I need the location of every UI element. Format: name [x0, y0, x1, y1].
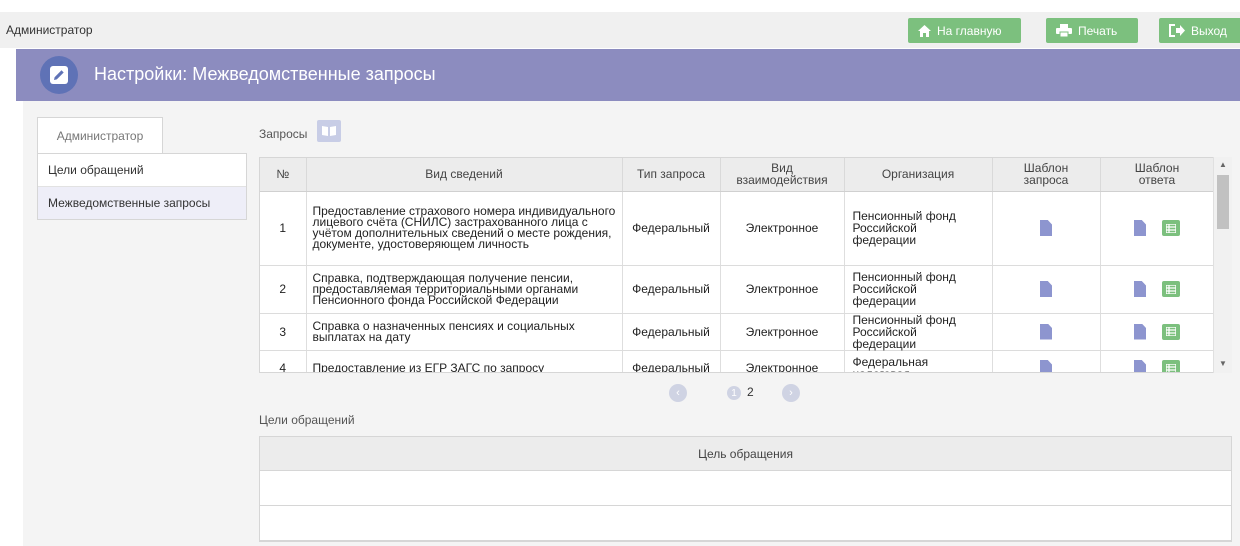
goals-section-title: Цели обращений: [259, 413, 355, 427]
requests-table: № Вид сведений Тип запроса Вид взаимодей…: [259, 157, 1232, 373]
row-type: Федеральный: [622, 313, 721, 351]
exit-button[interactable]: Выход: [1159, 18, 1240, 43]
document-icon[interactable]: [1040, 323, 1052, 340]
prev-page-button[interactable]: ‹: [669, 384, 687, 402]
print-button[interactable]: Печать: [1046, 18, 1138, 43]
sidebar-menu: Цели обращений Межведомственные запросы: [37, 153, 247, 220]
table-icon[interactable]: [1162, 281, 1180, 297]
column-header-goal[interactable]: Цель обращения: [260, 437, 1231, 471]
row-info: Справка, подтверждающая получение пенсии…: [306, 265, 623, 314]
table-row[interactable]: 2 Справка, подтверждающая получение пенс…: [260, 265, 1215, 314]
response-template-cell: [1100, 350, 1215, 372]
table-icon[interactable]: [1162, 360, 1180, 372]
response-template-cell: [1100, 265, 1215, 314]
page-header: Настройки: Межведомственные запросы: [16, 49, 1240, 101]
row-organization: Пенсионный фонд Российской федерации: [844, 191, 993, 266]
row-number: 4: [260, 350, 307, 372]
request-template-cell: [992, 313, 1101, 351]
row-type: Федеральный: [622, 265, 721, 314]
sign-out-icon: [1169, 24, 1185, 37]
document-icon[interactable]: [1134, 220, 1146, 236]
column-header-number[interactable]: №: [260, 158, 307, 192]
row-interaction: Электронное: [720, 265, 845, 314]
response-template-cell: [1100, 191, 1215, 266]
print-button-label: Печать: [1078, 23, 1118, 38]
page-title: Настройки: Межведомственные запросы: [94, 64, 436, 84]
document-icon[interactable]: [1134, 323, 1146, 340]
home-icon: [918, 24, 931, 37]
home-button-label: На главную: [937, 23, 1002, 38]
row-type: Федеральный: [622, 191, 721, 266]
table-header-row: № Вид сведений Тип запроса Вид взаимодей…: [260, 158, 1215, 192]
row-number: 1: [260, 191, 307, 266]
request-template-cell: [992, 265, 1101, 314]
document-icon[interactable]: [1134, 360, 1146, 372]
column-header-request-template[interactable]: Шаблон запроса: [992, 158, 1101, 192]
column-header-response-template[interactable]: Шаблон ответа: [1100, 158, 1215, 192]
document-icon[interactable]: [1040, 360, 1052, 372]
column-header-organization[interactable]: Организация: [844, 158, 993, 192]
requests-section-title: Запросы: [259, 127, 308, 141]
row-number: 3: [260, 313, 307, 351]
page-button-2[interactable]: 2: [747, 385, 754, 399]
next-page-button[interactable]: ›: [782, 384, 800, 402]
chevron-left-icon: ‹: [676, 387, 680, 399]
row-interaction: Электронное: [720, 350, 845, 372]
scroll-down-icon[interactable]: ▼: [1219, 359, 1227, 368]
response-template-cell: [1100, 313, 1215, 351]
book-icon[interactable]: [317, 120, 341, 142]
edit-icon: [40, 56, 78, 94]
table-icon[interactable]: [1162, 220, 1180, 236]
column-header-type[interactable]: Тип запроса: [622, 158, 721, 192]
current-user-label: Администратор: [6, 23, 93, 37]
scrollbar-thumb[interactable]: [1217, 175, 1229, 229]
document-icon[interactable]: [1040, 281, 1052, 297]
row-organization: Федеральная налоговая: [844, 350, 993, 372]
row-type: Федеральный: [622, 350, 721, 372]
request-template-cell: [992, 350, 1101, 372]
sidebar-tab-administrator[interactable]: Администратор: [37, 117, 163, 153]
goals-table: Цель обращения: [259, 436, 1232, 542]
chevron-right-icon: ›: [789, 387, 793, 399]
row-info: Предоставление страхового номера индивид…: [306, 191, 623, 266]
printer-icon: [1056, 24, 1072, 37]
document-icon[interactable]: [1040, 220, 1052, 236]
page-button-1[interactable]: 1: [727, 386, 741, 400]
column-header-info[interactable]: Вид сведений: [306, 158, 623, 192]
document-icon[interactable]: [1134, 281, 1146, 297]
home-button[interactable]: На главную: [908, 18, 1021, 43]
row-interaction: Электронное: [720, 313, 845, 351]
table-row[interactable]: 4 Предоставление из ЕГР ЗАГС по запросу …: [260, 350, 1215, 372]
request-template-cell: [992, 191, 1101, 266]
table-row[interactable]: [260, 506, 1231, 541]
column-header-interaction[interactable]: Вид взаимодействия: [720, 158, 845, 192]
table-row[interactable]: 3 Справка о назначенных пенсиях и социал…: [260, 313, 1215, 351]
table-icon[interactable]: [1162, 323, 1180, 340]
row-organization: Пенсионный фонд Российской федерации: [844, 313, 993, 351]
table-row[interactable]: [260, 471, 1231, 506]
row-info: Предоставление из ЕГР ЗАГС по запросу: [306, 350, 623, 372]
scroll-up-icon[interactable]: ▲: [1219, 160, 1227, 169]
sidebar-item-goals[interactable]: Цели обращений: [38, 154, 246, 187]
row-organization: Пенсионный фонд Российской федерации: [844, 265, 993, 314]
row-interaction: Электронное: [720, 191, 845, 266]
row-info: Справка о назначенных пенсиях и социальн…: [306, 313, 623, 351]
sidebar-item-interagency-requests[interactable]: Межведомственные запросы: [38, 187, 246, 219]
table-scrollbar[interactable]: ▲ ▼: [1213, 157, 1232, 373]
top-bar: Администратор На главную Печать Выход: [0, 12, 1240, 48]
exit-button-label: Выход: [1191, 23, 1227, 38]
table-row[interactable]: 1 Предоставление страхового номера индив…: [260, 191, 1215, 266]
row-number: 2: [260, 265, 307, 314]
